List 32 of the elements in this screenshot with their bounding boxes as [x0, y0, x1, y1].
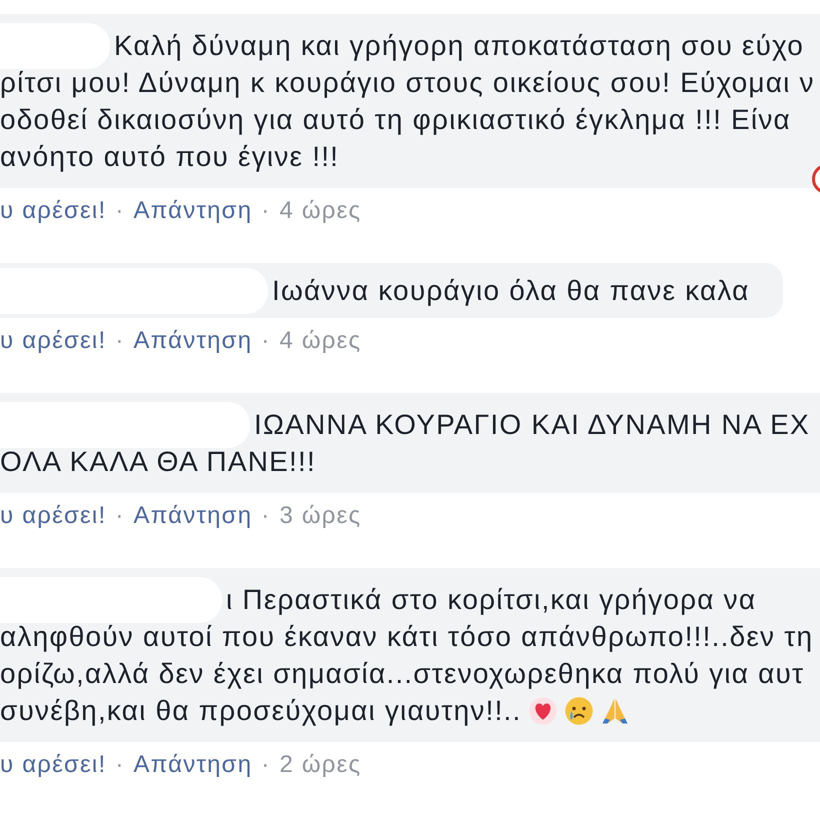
action-link[interactable]: Απάντηση: [134, 751, 252, 779]
comment-text: ΙΩΑΝΝΑ ΚΟΥΡΑΓΙΟ ΚΑΙ ΔΥΝΑΜΗ ΝΑ ΕΧ: [254, 408, 810, 440]
comment-text: Ιωάννα κουράγιο όλα θα πανε καλα: [272, 274, 750, 306]
timestamp: 2 ώρες: [279, 751, 362, 779]
comment-text: συνέβη,και θα προσεύχομαι γιαυτην!!..: [0, 694, 522, 726]
comment-text: αληφθούν αυτοί που έκαναν κάτι τόσο απάνθρωπο!!!..δεν τη: [0, 620, 814, 652]
comment-text: ανόητο αυτό που έγινε !!!: [0, 140, 340, 172]
separator-dot: ·: [261, 751, 270, 779]
action-link[interactable]: υ αρέσει!: [0, 751, 106, 779]
timestamp: 4 ώρες: [279, 327, 362, 355]
separator-dot: ·: [115, 751, 125, 779]
action-link[interactable]: υ αρέσει!: [0, 197, 106, 225]
separator-dot: ·: [115, 502, 125, 530]
comment-text: ορίζω,αλλά δεν έχει σημασία...στενοχωρεθηκα πολύ για αυτ: [0, 658, 804, 690]
crying-face-icon: [564, 696, 594, 726]
comment-text: Καλή δύναμη και γρήγορη αποκατάσταση σου εύχο: [114, 30, 804, 62]
action-link[interactable]: Απάντηση: [134, 197, 252, 225]
action-link[interactable]: υ αρέσει!: [0, 502, 106, 530]
comment-text: ΟΛΑ ΚΑΛΑ ΘΑ ΠΑΝΕ!!!: [0, 446, 316, 478]
timestamp: 3 ώρες: [279, 502, 362, 530]
separator-dot: ·: [115, 197, 125, 225]
separator-dot: ·: [261, 327, 270, 355]
comment-text: ι Περαστικά στο κορίτσι,και γρήγορα να: [226, 584, 756, 616]
separator-dot: ·: [115, 327, 125, 355]
action-link[interactable]: Απάντηση: [134, 327, 252, 355]
timestamp: 4 ώρες: [279, 197, 362, 225]
action-link[interactable]: Απάντηση: [134, 502, 252, 530]
action-link[interactable]: υ αρέσει!: [0, 327, 106, 355]
separator-dot: ·: [261, 197, 270, 225]
separator-dot: ·: [261, 502, 270, 530]
comment-text: οδοθεί δικαιοσύνη για αυτό τη φρικιαστικό έγκλημα !!! Είνα: [0, 104, 791, 136]
comment-text: ρίτσι μου! Δύναμη κ κουράγιο στους οικείους σου! Εύχομαι ν: [0, 66, 815, 98]
